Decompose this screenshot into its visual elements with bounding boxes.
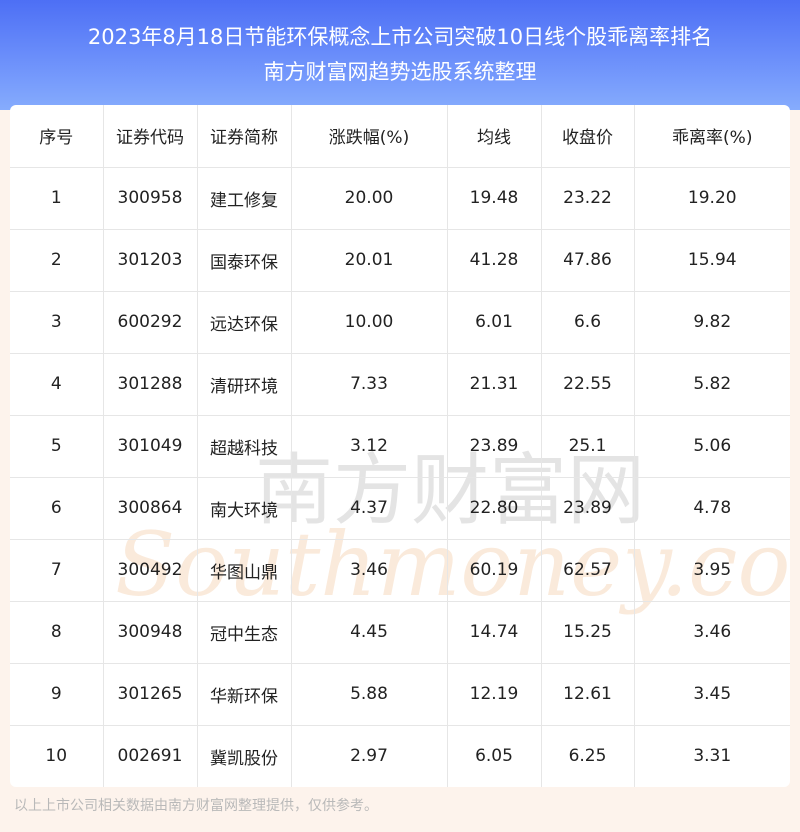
table-cell: 6.6 <box>541 291 635 354</box>
table-cell: 清研环境 <box>197 353 292 416</box>
table-cell: 1 <box>10 167 104 230</box>
table-cell: 23.22 <box>541 167 635 230</box>
table-cell: 7 <box>10 539 104 602</box>
footer-note: 以上上市公司相关数据由南方财富网整理提供，仅供参考。 <box>14 798 378 814</box>
table-row: 5 301049 超越科技 3.12 23.89 25.1 5.06 <box>10 415 790 478</box>
table-cell: 华图山鼎 <box>197 539 292 602</box>
table-cell: 19.48 <box>447 167 542 230</box>
table-cell: 9.82 <box>634 291 790 354</box>
table-card: 南方财富网 Southmoney.com 序号证券代码证券简称涨跌幅(%)均线收… <box>10 105 790 787</box>
table-header-row: 序号 证券代码 证券简称 涨跌幅(%) 均线 收盘价 乖离率(%) <box>10 105 790 168</box>
table-cell: 15.94 <box>634 229 790 292</box>
table-cell: 23.89 <box>447 415 542 478</box>
table-cell: 301265 <box>103 663 198 726</box>
table-cell: 5.82 <box>634 353 790 416</box>
table-cell: 华新环保 <box>197 663 292 726</box>
table-cell: 62.57 <box>541 539 635 602</box>
table-row: 3 600292 远达环保 10.00 6.01 6.6 9.82 <box>10 291 790 354</box>
table-cell: 21.31 <box>447 353 542 416</box>
table-cell: 南大环境 <box>197 477 292 540</box>
table-cell: 4.37 <box>291 477 448 540</box>
table-cell: 6 <box>10 477 104 540</box>
table-cell: 冀凯股份 <box>197 725 292 787</box>
table-cell: 3.95 <box>634 539 790 602</box>
table-cell: 002691 <box>103 725 198 787</box>
table-cell: 600292 <box>103 291 198 354</box>
table-cell: 47.86 <box>541 229 635 292</box>
table-cell: 10.00 <box>291 291 448 354</box>
table-row: 10 002691 冀凯股份 2.97 6.05 6.25 3.31 <box>10 725 790 787</box>
table-cell: 22.80 <box>447 477 542 540</box>
table-cell: 建工修复 <box>197 167 292 230</box>
table-cell: 12.19 <box>447 663 542 726</box>
table-cell: 5.06 <box>634 415 790 478</box>
table-cell: 国泰环保 <box>197 229 292 292</box>
column-header: 涨跌幅(%) <box>291 105 448 168</box>
table-cell: 3.46 <box>291 539 448 602</box>
table-cell: 300864 <box>103 477 198 540</box>
page-title: 2023年8月18日节能环保概念上市公司突破10日线个股乖离率排名 <box>87 25 713 49</box>
page-subtitle: 南方财富网趋势选股系统整理 <box>263 60 537 84</box>
table-row: 1 300958 建工修复 20.00 19.48 23.22 19.20 <box>10 167 790 230</box>
table-cell: 15.25 <box>541 601 635 664</box>
column-header: 乖离率(%) <box>634 105 790 168</box>
table-cell: 5 <box>10 415 104 478</box>
table-cell: 9 <box>10 663 104 726</box>
table-cell: 301049 <box>103 415 198 478</box>
table-cell: 60.19 <box>447 539 542 602</box>
table-cell: 冠中生态 <box>197 601 292 664</box>
table-cell: 8 <box>10 601 104 664</box>
table-cell: 超越科技 <box>197 415 292 478</box>
column-header: 收盘价 <box>541 105 635 168</box>
table-cell: 3.31 <box>693 746 732 767</box>
table-cell: 6.05 <box>447 725 542 787</box>
table-cell: 19.20 <box>634 167 790 230</box>
table-row: 6 300864 南大环境 4.37 22.80 23.89 4.78 <box>10 477 790 540</box>
table-cell: 23.89 <box>541 477 635 540</box>
table-cell: 3.46 <box>634 601 790 664</box>
table-cell: 6.01 <box>447 291 542 354</box>
column-header: 证券代码 <box>103 105 198 168</box>
table-row: 8 300948 冠中生态 4.45 14.74 15.25 3.46 <box>10 601 790 664</box>
table-cell: 300948 <box>103 601 198 664</box>
table-cell: 4 <box>10 353 104 416</box>
table-cell: 远达环保 <box>197 291 292 354</box>
table-cell: 5.88 <box>291 663 448 726</box>
table-cell: 3.45 <box>634 663 790 726</box>
table-row: 9 301265 华新环保 5.88 12.19 12.61 3.45 <box>10 663 790 726</box>
table-cell: 301288 <box>103 353 198 416</box>
table-row: 2 301203 国泰环保 20.01 41.28 47.86 15.94 <box>10 229 790 292</box>
ranking-table: 序号 证券代码 证券简称 涨跌幅(%) 均线 收盘价 乖离率(%) 1 300958 建工修复 2… <box>10 105 790 787</box>
table-cell: 301203 <box>103 229 198 292</box>
table-cell: 4.45 <box>291 601 448 664</box>
table-cell: 20.00 <box>291 167 448 230</box>
table-cell: 6.25 <box>541 725 635 787</box>
header-banner: 2023年8月18日节能环保概念上市公司突破10日线个股乖离率排名 南方财富网趋… <box>0 0 800 110</box>
table-cell: 10 <box>10 725 104 787</box>
column-header: 证券简称 <box>197 105 292 168</box>
table-row: 4 301288 清研环境 7.33 21.31 22.55 5.82 <box>10 353 790 416</box>
table-cell: 3 <box>10 291 104 354</box>
table-cell: 25.1 <box>541 415 635 478</box>
column-header: 序号 <box>10 105 104 168</box>
table-cell: 300492 <box>103 539 198 602</box>
table-cell: 12.61 <box>541 663 635 726</box>
table-row: 7 300492 华图山鼎 3.46 60.19 62.57 3.95 <box>10 539 790 602</box>
table-cell: 2 <box>10 229 104 292</box>
table-cell: 22.55 <box>541 353 635 416</box>
column-header: 均线 <box>447 105 542 168</box>
table-cell: 20.01 <box>291 229 448 292</box>
table-cell: 7.33 <box>291 353 448 416</box>
table-cell: 14.74 <box>447 601 542 664</box>
table-cell: 41.28 <box>447 229 542 292</box>
table-cell: 3.12 <box>291 415 448 478</box>
table-cell: 2.97 <box>291 725 448 787</box>
table-cell: 4.78 <box>634 477 790 540</box>
table-cell: 300958 <box>103 167 198 230</box>
